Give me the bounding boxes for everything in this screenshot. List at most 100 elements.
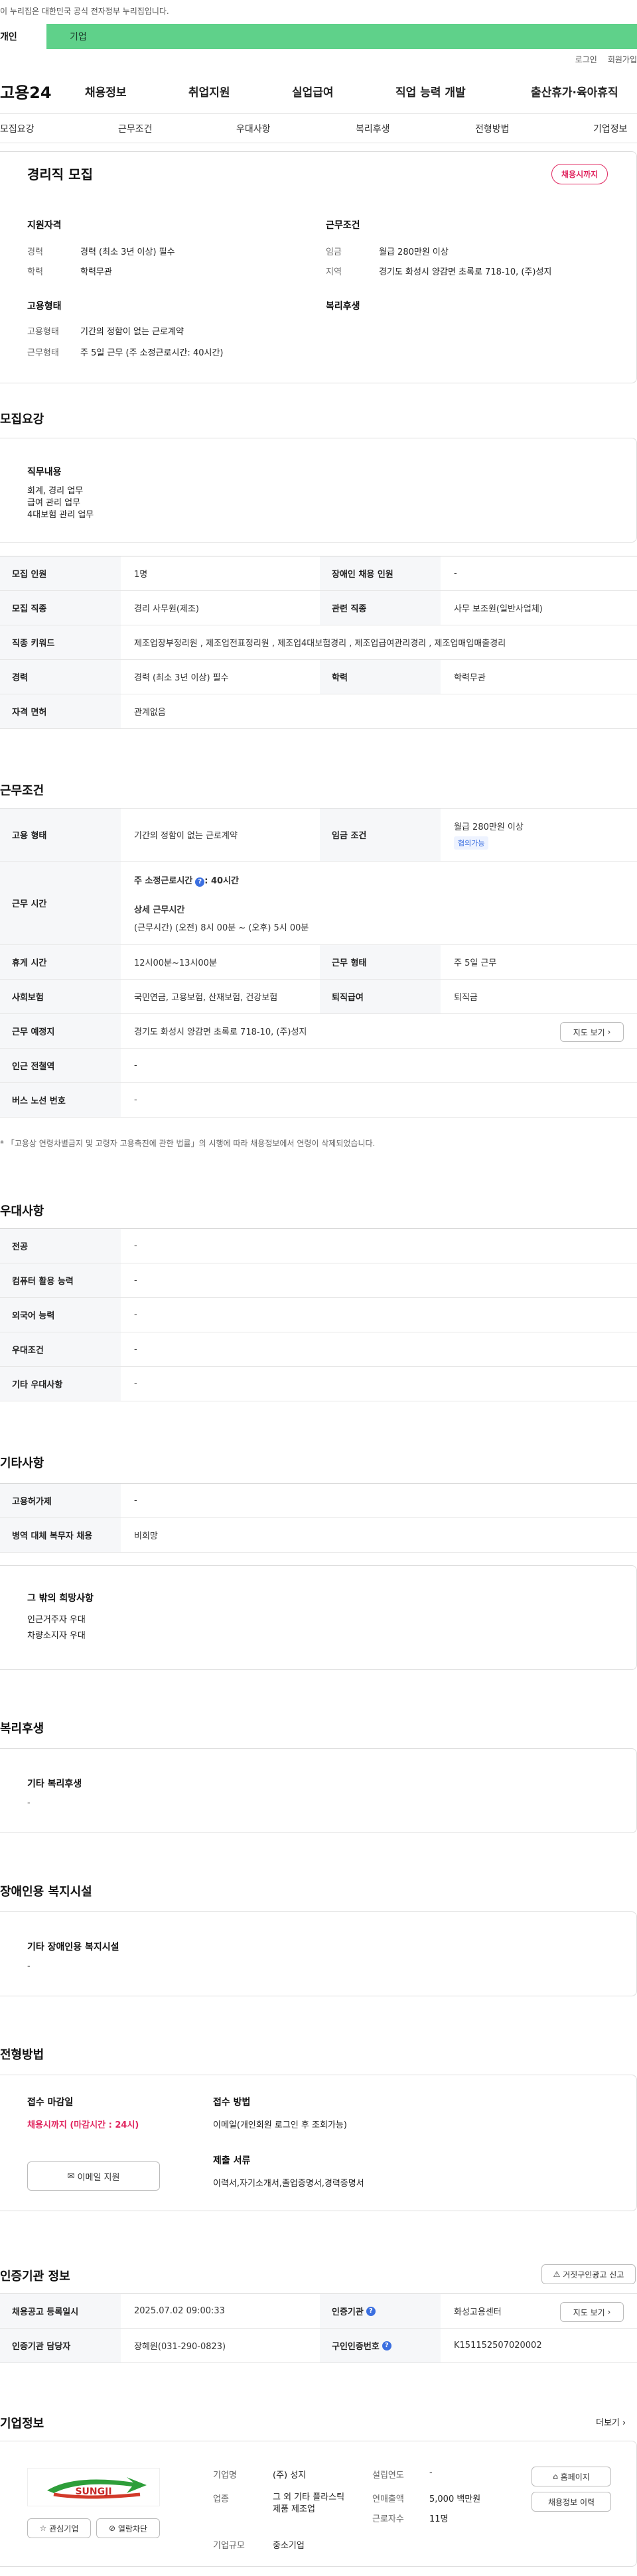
welfare-heading: 복리후생 — [0, 1722, 44, 1736]
gnb-item-unemployment[interactable]: 실업급여 — [292, 83, 334, 99]
gnb-item-jobs[interactable]: 채용정보 — [85, 83, 127, 99]
site-logo[interactable]: 고용24 — [0, 80, 85, 103]
row-key: 인증기관 담당자 — [0, 2329, 121, 2362]
row-key: 모집 인원 — [0, 556, 121, 590]
emp-title: 고용형태 — [27, 301, 62, 312]
subnav-welfare[interactable]: 복리후생 — [356, 122, 390, 135]
table-row: 컴퓨터 활용 능력 - — [0, 1263, 637, 1298]
map-button[interactable]: 지도 보기 › — [560, 1022, 624, 1042]
row-value: 1명 — [134, 570, 148, 580]
homepage-label: 홈페이지 — [560, 2472, 590, 2482]
history-button[interactable]: 채용정보 이력 — [531, 2492, 611, 2512]
duty-item: 회계, 경리 업무 — [27, 486, 84, 496]
gnb-item-leave[interactable]: 출산휴가·육아휴직 — [531, 83, 618, 99]
table-row: 인증기관 담당자 장혜원(031-290-0823) 구인인증번호? K1511525… — [0, 2329, 637, 2363]
career-label: 경력 — [27, 247, 43, 257]
info-icon[interactable]: ? — [366, 2306, 376, 2316]
block-button[interactable]: ⊘ 열람차단 — [96, 2518, 160, 2538]
table-row: 직종 키워드 제조업장부정리원 , 제조업전표정리원 , 제조업4대보험경리 , … — [0, 625, 637, 660]
extra-card: 그 밖의 희망사항 인근거주자 우대 차량소지자 우대 — [0, 1565, 637, 1670]
tab-personal[interactable]: 개인 — [0, 24, 46, 49]
negotiable-badge: 협의가능 — [454, 836, 489, 850]
table-row: 모집 인원 1명 장애인 채용 인원 - — [0, 556, 637, 591]
row-key: 직종 키워드 — [0, 625, 121, 659]
table-row: 고용허가제 - — [0, 1484, 637, 1518]
region-value: 경기도 화성시 양감면 초록로 718-10, (주)성지 — [379, 267, 552, 277]
disab-item-title: 기타 장애인용 복지시설 — [27, 1942, 119, 1953]
gnb-item-employment[interactable]: 취업지원 — [188, 83, 230, 99]
favorite-button[interactable]: ☆ 관심기업 — [27, 2518, 91, 2538]
pref-heading: 우대사항 — [0, 1204, 44, 1218]
row-value: 제조업장부정리원 , 제조업전표정리원 , 제조업4대보험경리 , 제조업급여관… — [134, 639, 506, 649]
subnav-conditions[interactable]: 근무조건 — [118, 122, 153, 135]
row-value: 사무 보조원(일반사업체) — [454, 604, 543, 614]
work-table: 고용 형태 기간의 정함이 없는 근로계약 임금 조건 월급 280만원 이상 협의가능… — [0, 808, 637, 1118]
duty-item: 4대보험 관리 업무 — [27, 510, 94, 520]
extra-title: 그 밖의 희망사항 — [27, 1593, 94, 1604]
row-key: 장애인 채용 인원 — [320, 556, 441, 590]
agency-map-button[interactable]: 지도 보기 › — [560, 2302, 624, 2322]
table-row: 우대조건 - — [0, 1332, 637, 1367]
docs-value: 이력서,자기소개서,졸업증명서,경력증명서 — [213, 2179, 364, 2189]
row-key: 자격 면허 — [0, 694, 121, 728]
tab-company[interactable]: 기업 — [46, 24, 113, 49]
job-title: 경리직 모집 — [27, 166, 93, 182]
row-value: - — [134, 1241, 137, 1251]
row-value: - — [134, 1344, 137, 1354]
report-label: 거짓구인광고 신고 — [563, 2270, 624, 2280]
row-key: 근무 형태 — [320, 945, 441, 979]
summary-card: 경리직 모집 채용시까지 지원자격 경력 경력 (최소 3년 이상) 필수 학력… — [0, 151, 637, 383]
info-icon[interactable]: ? — [382, 2341, 391, 2351]
row-key: 컴퓨터 활용 능력 — [0, 1263, 121, 1297]
subnav-preference[interactable]: 우대사항 — [236, 122, 271, 135]
screen-card: 접수 마감일 채용시까지 (마감시간 : 24시) ✉ 이메일 지원 접수 방법… — [0, 2075, 637, 2211]
est-key: 설립연도 — [372, 2471, 404, 2480]
email-apply-button[interactable]: ✉ 이메일 지원 — [27, 2161, 160, 2191]
homepage-button[interactable]: ⌂ 홈페이지 — [531, 2467, 611, 2486]
industry-value: 그 외 기타 플라스틱 제품 제조업 — [273, 2492, 345, 2514]
signup-link[interactable]: 회원가입 — [608, 54, 637, 65]
row-key: 임금 조건 — [320, 808, 441, 861]
subnav-recruit[interactable]: 모집요강 — [0, 122, 35, 135]
row-key: 우대조건 — [0, 1332, 121, 1366]
more-link[interactable]: 더보기 › — [596, 2415, 626, 2428]
table-row: 근무 예정지 경기도 화성시 양감면 초록로 718-10, (주)성지 지도 보기… — [0, 1014, 637, 1049]
time-detail-label: 상세 근무시간 — [134, 905, 185, 915]
gnb-item-training[interactable]: 직업 능력 개발 — [395, 83, 466, 99]
subnav-company[interactable]: 기업정보 — [593, 122, 628, 135]
favorite-label: 관심기업 — [49, 2524, 79, 2534]
method-title: 접수 방법 — [213, 2097, 251, 2108]
table-row: 기타 우대사항 - — [0, 1367, 637, 1401]
agency-heading: 인증기관 정보 — [0, 2270, 70, 2284]
etc-table: 고용허가제 - 병역 대체 복무자 채용 비희망 — [0, 1483, 637, 1553]
util-links: 로그인 회원가입 — [0, 49, 637, 69]
row-key: 경력 — [0, 660, 121, 694]
report-button[interactable]: ⚠ 거짓구인광고 신고 — [541, 2264, 636, 2284]
gov-notice-text: 이 누리집은 대한민국 공식 전자정부 누리집입니다. — [0, 7, 169, 16]
table-row: 모집 직종 경리 사무원(제조) 관련 직종 사무 보조원(일반사업체) — [0, 591, 637, 625]
org-key: 인증기관 — [332, 2307, 364, 2317]
time-value: : 40시간 — [204, 875, 239, 886]
table-row: 채용공고 등록일시 2025.07.02 09:00:33 인증기관? 화성고용센터 지… — [0, 2294, 637, 2329]
status-badge: 채용시까지 — [551, 164, 608, 184]
deadline-title: 접수 마감일 — [27, 2097, 74, 2108]
disab-card: 기타 장애인용 복지시설 - — [0, 1911, 637, 1996]
size-value: 중소기업 — [273, 2541, 305, 2551]
row-value: 관계없음 — [134, 708, 166, 718]
login-link[interactable]: 로그인 — [575, 54, 597, 65]
sales-value: 5,000 백만원 — [429, 2494, 481, 2504]
gov-banner: 이 누리집은 대한민국 공식 전자정부 누리집입니다. — [0, 0, 637, 24]
subnav-screening[interactable]: 전형방법 — [475, 122, 510, 135]
cert-key: 구인인증번호 — [332, 2342, 380, 2352]
home-icon: ⌂ — [553, 2472, 561, 2481]
more-label: 더보기 — [596, 2418, 620, 2428]
work-heading: 근무조건 — [0, 784, 44, 798]
info-icon[interactable]: ? — [195, 877, 205, 887]
sales-key: 연매출액 — [372, 2494, 404, 2504]
table-row: 외국어 능력 - — [0, 1298, 637, 1332]
table-row: 인근 전철역 - — [0, 1049, 637, 1083]
row-key: 관련 직종 — [320, 591, 441, 625]
company-logo-graphic: SUNGJI — [47, 2477, 147, 2499]
workform-value: 주 5일 근무 (주 소정근로시간: 40시간) — [80, 348, 224, 358]
emptype-value: 기간의 정함이 없는 근로계약 — [80, 327, 184, 337]
